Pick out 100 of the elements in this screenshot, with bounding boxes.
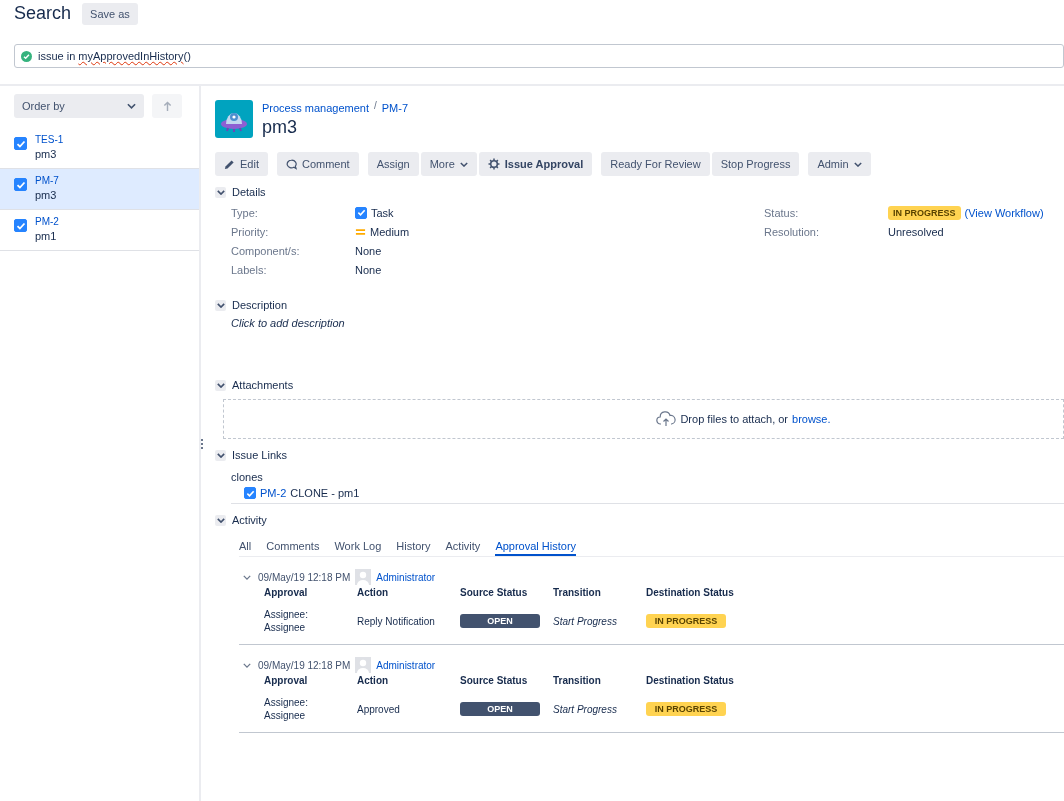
- status-lozenge: IN PROGRESS: [646, 614, 726, 628]
- field-value: None: [355, 244, 382, 257]
- entry-date: 09/May/19 12:18 PM: [258, 659, 351, 671]
- task-type-icon: [355, 206, 367, 219]
- link-type-label: clones: [231, 471, 264, 483]
- chevron-down-icon: [127, 103, 136, 109]
- field-value: None: [355, 263, 382, 276]
- field-value: Task: [371, 206, 394, 219]
- section-title: Details: [232, 186, 266, 198]
- activity-tab[interactable]: Comments: [266, 536, 320, 556]
- field-label: Type:: [231, 206, 259, 219]
- column-header: Approval: [264, 675, 309, 686]
- approval-cell-text: Assignee: Assignee: [264, 696, 309, 722]
- activity-tab[interactable]: Work Log: [334, 536, 382, 556]
- section-toggle[interactable]: [215, 379, 226, 391]
- column-header: Source Status: [460, 587, 529, 598]
- toolbar-button[interactable]: Admin: [808, 152, 871, 176]
- issue-key: PM-2: [35, 216, 59, 227]
- status-lozenge: OPEN: [460, 702, 540, 716]
- file-drop-zone[interactable]: Drop files to attach, or browse.: [223, 399, 1064, 439]
- toolbar-button[interactable]: More: [420, 152, 477, 176]
- drop-files-text: Drop files to attach, or: [680, 413, 789, 425]
- linked-issue-summary: CLONE - pm1: [290, 487, 360, 499]
- issue-list-item[interactable]: PM-2 pm1: [0, 210, 199, 251]
- add-description-prompt[interactable]: Click to add description: [215, 313, 1064, 329]
- issue-summary: pm3: [35, 148, 58, 160]
- column-header: Action: [357, 675, 390, 686]
- column-header: Transition: [553, 675, 602, 686]
- issue-list-item[interactable]: PM-7 pm3: [0, 169, 199, 210]
- resize-handle-icon[interactable]: [201, 439, 203, 451]
- browse-link[interactable]: browse.: [792, 413, 831, 425]
- field-label: Resolution:: [764, 225, 821, 238]
- toolbar-button[interactable]: Edit: [215, 152, 268, 176]
- user-link[interactable]: Administrator: [376, 659, 436, 671]
- status-lozenge: OPEN: [460, 614, 540, 628]
- medium-priority-icon: [355, 227, 366, 236]
- action-cell-text: Approved: [357, 702, 401, 717]
- transition-cell-text: Start Progress: [553, 702, 618, 717]
- user-link[interactable]: Administrator: [376, 571, 436, 583]
- section-toggle[interactable]: [215, 449, 226, 461]
- user-avatar-icon: [355, 657, 372, 673]
- column-header: Action: [357, 587, 390, 598]
- field-label: Labels:: [231, 263, 268, 276]
- activity-tab[interactable]: History: [396, 536, 431, 556]
- query-text: issue in myApprovedInHistory(): [38, 50, 191, 62]
- transition-cell-text: Start Progress: [553, 614, 618, 629]
- section-toggle[interactable]: [215, 299, 226, 311]
- activity-tab[interactable]: All: [239, 536, 252, 556]
- field-label: Status:: [764, 206, 800, 219]
- chevron-down-icon: [459, 161, 468, 167]
- speech-bubble-icon: [285, 158, 297, 170]
- entry-date: 09/May/19 12:18 PM: [258, 571, 351, 583]
- activity-tab[interactable]: Approval History: [495, 536, 577, 556]
- issue-summary: pm1: [35, 230, 58, 242]
- gear-icon: [487, 158, 500, 170]
- toolbar-button[interactable]: Ready For Review: [601, 152, 710, 176]
- section-title: Activity: [232, 514, 267, 526]
- section-title: Attachments: [232, 379, 294, 391]
- column-header: Transition: [553, 587, 602, 598]
- section-title: Issue Links: [232, 449, 288, 461]
- issue-summary-title: pm3: [262, 117, 298, 138]
- linked-issue-key[interactable]: PM-2: [260, 487, 287, 499]
- order-by-dropdown[interactable]: Order by: [14, 94, 144, 118]
- column-header: Destination Status: [646, 587, 735, 598]
- status-lozenge: IN PROGRESS: [646, 702, 726, 716]
- query-field[interactable]: issue in myApprovedInHistory(): [14, 44, 1064, 68]
- column-header: Approval: [264, 587, 309, 598]
- user-avatar-icon: [355, 569, 372, 585]
- column-header: Destination Status: [646, 675, 735, 686]
- issue-summary: pm3: [35, 189, 58, 201]
- toolbar-button[interactable]: Assign: [367, 152, 419, 176]
- cloud-upload-icon: [656, 411, 677, 427]
- chevron-down-icon: [853, 161, 862, 167]
- toolbar-button[interactable]: Stop Progress: [711, 152, 800, 176]
- approval-cell-text: Assignee: Assignee: [264, 608, 309, 634]
- toolbar-button[interactable]: Comment: [276, 152, 359, 176]
- column-header: Source Status: [460, 675, 529, 686]
- section-title: Description: [232, 299, 288, 311]
- project-link[interactable]: Process management: [262, 102, 369, 114]
- breadcrumb-separator: /: [374, 100, 377, 111]
- issue-key: PM-7: [35, 175, 59, 186]
- entry-toggle[interactable]: [243, 574, 253, 580]
- action-cell-text: Reply Notification: [357, 614, 436, 629]
- pencil-icon: [224, 158, 235, 170]
- activity-tab[interactable]: Activity: [445, 536, 481, 556]
- view-workflow-link[interactable]: (View Workflow): [964, 206, 1044, 219]
- section-toggle[interactable]: [215, 514, 226, 526]
- arrow-up-icon: [162, 100, 172, 112]
- page-title: Search: [14, 3, 72, 24]
- field-label: Priority:: [231, 225, 270, 238]
- field-value: Unresolved: [888, 225, 944, 238]
- entry-toggle[interactable]: [243, 662, 253, 668]
- section-toggle[interactable]: [215, 186, 226, 198]
- status-lozenge: IN PROGRESS: [888, 205, 961, 220]
- toolbar-button[interactable]: Issue Approval: [478, 152, 593, 176]
- project-avatar-icon: [215, 100, 253, 138]
- field-value: Medium: [370, 225, 410, 238]
- issue-key-link[interactable]: PM-7: [381, 102, 409, 114]
- save-as-button[interactable]: Save as: [82, 2, 138, 25]
- issue-key: TES-1: [35, 134, 64, 145]
